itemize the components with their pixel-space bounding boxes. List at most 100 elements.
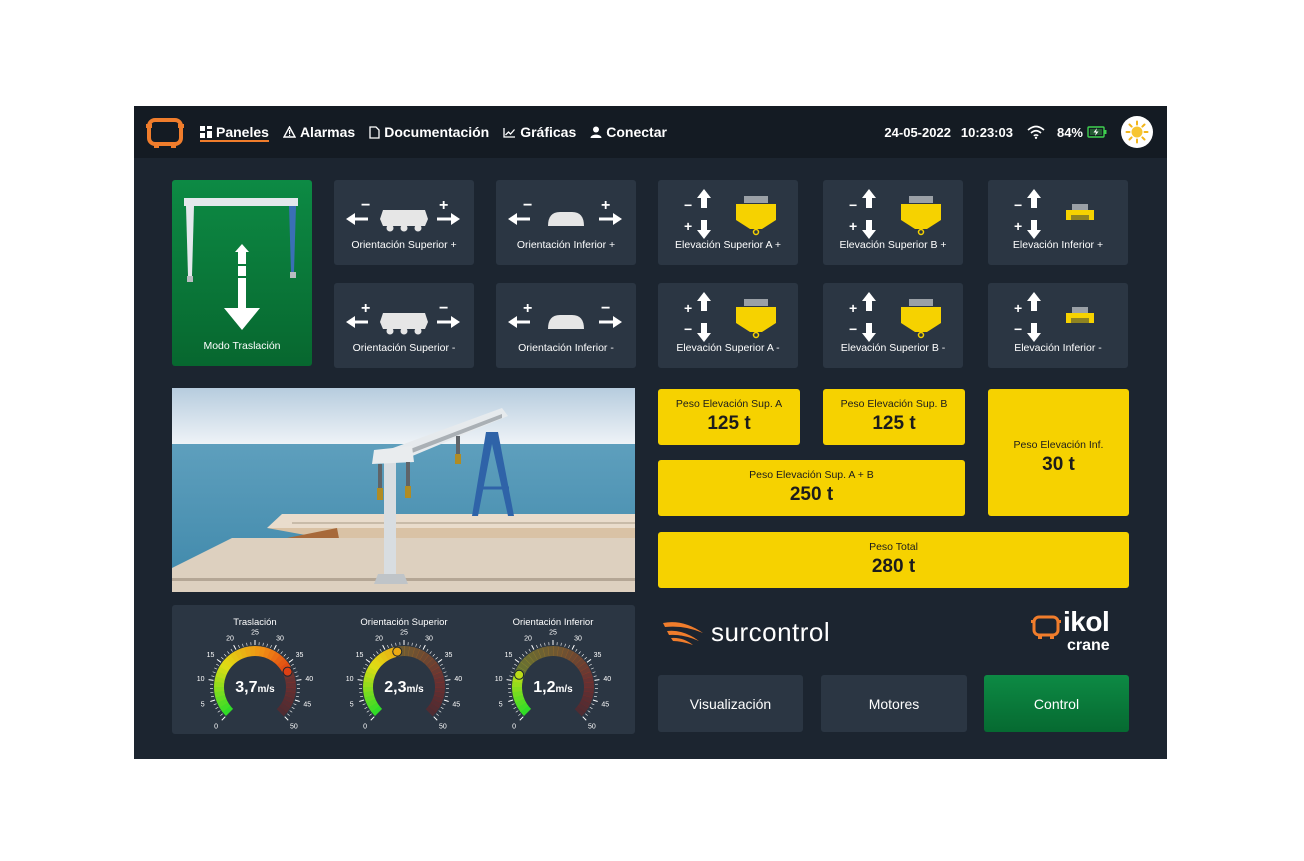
gauge-tick <box>366 710 370 713</box>
gauge-arc-segment <box>266 649 276 661</box>
gauge-tick <box>521 653 525 657</box>
gauge-tick <box>277 648 280 652</box>
gauge-tick-label: 30 <box>574 635 582 642</box>
surcontrol-wordmark: surcontrol <box>711 616 831 647</box>
gauge-arc-segment <box>425 658 437 669</box>
svg-text:+: + <box>684 300 692 316</box>
nav-paneles[interactable]: Paneles <box>200 106 269 158</box>
ikol-mark-icon <box>1031 615 1061 639</box>
gauge-tick <box>294 699 300 702</box>
modo-traslacion-button[interactable]: Modo Traslación <box>172 180 312 366</box>
crane-3d-view[interactable] <box>172 388 635 592</box>
elevacion-inferior-minus-button[interactable]: + − Elevación Inferior - <box>988 283 1128 368</box>
gauge-tick <box>528 648 531 652</box>
gauge-arc-segment <box>430 698 442 708</box>
nav-conectar[interactable]: Conectar <box>590 106 667 158</box>
peso-elevacion-sup-ab: Peso Elevación Sup. A + B 250 t <box>658 460 965 516</box>
nav-graficas[interactable]: Gráficas <box>503 106 576 158</box>
elevacion-superior-a-minus-button[interactable]: + − Elevación Superior A - <box>658 283 798 368</box>
surcontrol-logo: surcontrol <box>661 614 830 650</box>
gauge-tick <box>291 706 295 709</box>
gauge-tick <box>363 667 367 670</box>
orientation-lower-icon: − + <box>508 197 622 226</box>
battery-charging-icon <box>1087 126 1107 138</box>
gauge-arc-segment <box>222 705 234 716</box>
weight-label: Peso Total <box>869 541 918 553</box>
gauge-tick <box>395 642 397 646</box>
gauge-arc-segment <box>371 657 383 669</box>
svg-text:+: + <box>1014 300 1022 316</box>
grid-icon <box>200 126 212 138</box>
gauge-tick <box>273 644 277 650</box>
elevacion-superior-b-plus-button[interactable]: − + Elevación Superior B + <box>823 180 963 265</box>
visualizacion-button[interactable]: Visualización <box>658 675 803 732</box>
hoist-block-icon: − + <box>684 189 776 239</box>
gauge-tick <box>391 643 393 647</box>
gauge-tick <box>593 675 597 677</box>
control-label: Orientación Superior + <box>351 239 457 251</box>
gauge-tick <box>441 667 445 670</box>
gauge-arc-segment <box>244 646 252 658</box>
gauge-indicator <box>282 666 293 677</box>
status-time: 10:23:03 <box>960 124 1013 140</box>
orientacion-superior-plus-button[interactable]: − + Orientación Superior + <box>334 180 474 265</box>
app-logo-icon[interactable] <box>146 115 184 154</box>
gauge-arc-segment <box>226 654 237 666</box>
peso-elevacion-sup-a: Peso Elevación Sup. A 125 t <box>658 389 800 445</box>
nav-documentacion[interactable]: Documentación <box>369 106 489 158</box>
gauge-tick <box>426 648 429 652</box>
svg-text:−: − <box>439 300 448 317</box>
crane-wordmark: crane <box>1067 637 1110 654</box>
gauge-arc-segment <box>581 671 593 680</box>
theme-toggle-button[interactable] <box>1121 116 1153 148</box>
gauge-tick <box>284 716 289 721</box>
svg-text:+: + <box>439 197 448 214</box>
elevacion-superior-a-plus-button[interactable]: − + Elevación Superior A + <box>658 180 798 265</box>
gauge-arc-segment <box>279 702 291 713</box>
nav-alarmas[interactable]: Alarmas <box>282 106 355 158</box>
gauge-tick <box>365 658 371 663</box>
gauge-arc-segment <box>520 657 532 669</box>
gauge-tick-label: 15 <box>356 652 364 659</box>
gauge-tick <box>560 642 562 646</box>
speed-gauges-panel: Traslación 0 5 10 15 20 25 30 35 40 45 50 3,7m/s O… <box>172 605 635 734</box>
gauge-tick <box>215 706 219 709</box>
gauge-tick <box>571 644 575 650</box>
motores-button[interactable]: Motores <box>821 675 967 732</box>
gauge-tick <box>587 710 591 713</box>
gauge-arc-segment <box>579 698 591 708</box>
orientacion-superior-minus-button[interactable]: + − Orientación Superior - <box>334 283 474 368</box>
elevacion-superior-b-minus-button[interactable]: + − Elevación Superior B - <box>823 283 963 368</box>
gauge-tick <box>589 706 593 709</box>
status-area: 24-05-2022 10:23:03 84% <box>884 106 1153 158</box>
gauge-tick <box>287 713 290 716</box>
gauge-tick <box>262 642 264 646</box>
orientacion-inferior-minus-button[interactable]: + − Orientación Inferior - <box>496 283 636 368</box>
gauge-tick-label: 50 <box>290 723 298 730</box>
gauge-arc-segment <box>262 647 272 659</box>
gauge-tick <box>443 671 447 674</box>
gauge-arc-segment <box>276 705 288 717</box>
gauge-tick-label: 35 <box>445 652 453 659</box>
gauge-tick <box>295 675 299 677</box>
gauge-tick <box>221 716 226 721</box>
gauge-arc-segment <box>537 647 546 659</box>
orientation-upper-icon: + − <box>346 300 460 335</box>
gauge-arc-segment <box>560 647 570 659</box>
gauge-tick-label: 45 <box>601 702 609 709</box>
orientacion-inferior-plus-button[interactable]: − + Orientación Inferior + <box>496 180 636 265</box>
control-label: Elevación Inferior - <box>1014 342 1102 354</box>
gauge-arc-segment <box>375 654 386 666</box>
weight-value: 280 t <box>871 556 916 577</box>
gauge-tick-label: 0 <box>512 723 516 730</box>
status-date: 24-05-2022 <box>884 124 951 140</box>
nav-label: Documentación <box>384 124 490 140</box>
gauge-arc-segment <box>430 666 443 676</box>
gauge-tick <box>289 710 293 713</box>
control-button[interactable]: Control <box>984 675 1129 732</box>
control-label: Modo Traslación <box>203 340 281 352</box>
gauge-tick <box>435 657 438 660</box>
elevacion-inferior-plus-button[interactable]: − + Elevación Inferior + <box>988 180 1128 265</box>
gauge-arc-segment <box>276 658 288 669</box>
gauge-arc-segment <box>230 651 240 663</box>
